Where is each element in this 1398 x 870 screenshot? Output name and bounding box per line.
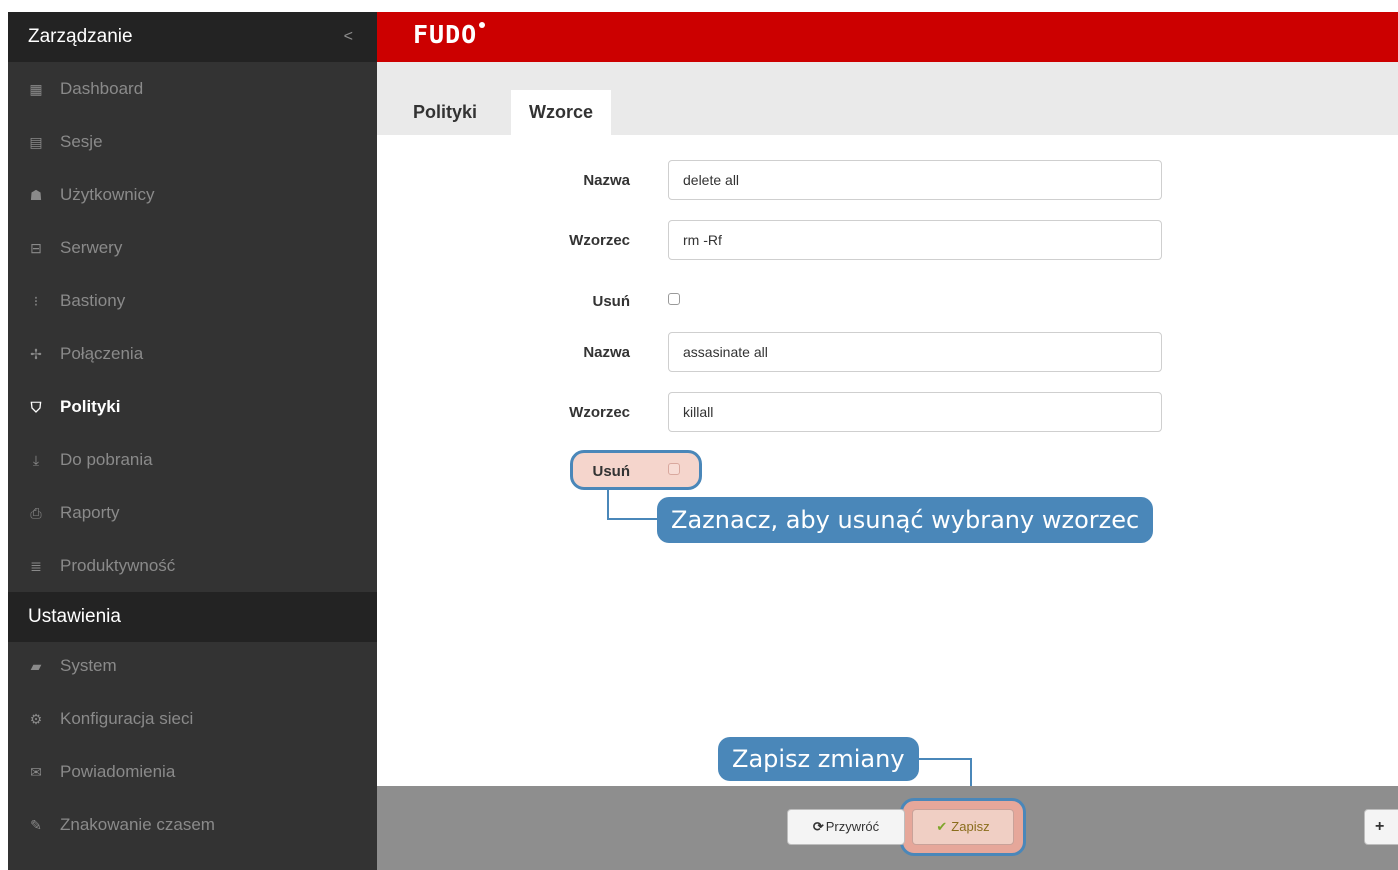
plus-icon: + [1375,818,1385,835]
productivity-icon: ≣ [30,558,42,574]
sidebar-item-timestamping[interactable]: ✎ Znakowanie czasem [8,798,377,851]
pattern-input[interactable]: killall [668,392,1162,432]
sidebar-item-policies[interactable]: ⛉ Polityki [8,380,377,433]
print-icon: ⎙ [30,505,42,521]
sidebar-item-label: Użytkownicy [60,185,155,204]
sidebar-section-management: Zarządzanie < [8,12,377,62]
sidebar-item-bastions[interactable]: ⁝ Bastiony [8,274,377,327]
gears-icon: ⚙ [29,711,43,727]
save-button[interactable]: ✔ Zapisz [912,809,1014,845]
top-bar: FUDO [377,12,1398,62]
add-button[interactable]: + [1364,809,1398,845]
users-icon: ☗ [29,187,43,203]
sidebar-item-label: Polityki [60,397,121,416]
delete-checkbox[interactable] [668,293,680,305]
logo-dot [479,22,486,28]
shield-icon: ⛉ [30,399,42,415]
sidebar-item-downloads[interactable]: ⤓ Do pobrania [8,433,377,486]
sidebar-item-label: Raporty [60,503,120,522]
bastion-icon: ⁝ [33,293,39,309]
sidebar-item-label: Powiadomienia [60,762,176,781]
delete-hint-callout: Zaznacz, aby usunąć wybrany wzorzec [657,497,1154,543]
name-input[interactable]: delete all [668,160,1162,200]
sidebar-item-label: Do pobrania [60,450,153,469]
sidebar-item-label: Znakowanie czasem [60,815,215,834]
revert-label: Przywróć [825,819,880,834]
sidebar-item-label: Konfiguracja sieci [60,709,194,728]
sidebar-section-title: Ustawienia [28,606,121,627]
tab-strip: Polityki Wzorce [377,62,1398,135]
tab-patterns[interactable]: Wzorce [511,90,612,135]
delete-label: Usuń [592,293,631,310]
name-label: Nazwa [583,172,630,189]
callout-connector [916,758,972,760]
collapse-sidebar-icon[interactable]: < [344,12,353,62]
name-input[interactable]: assasinate all [668,332,1162,372]
film-icon: ▤ [29,134,43,150]
sidebar-item-dashboard[interactable]: ▦ Dashboard [8,62,377,115]
tab-policies[interactable]: Polityki [395,90,495,135]
server-icon: ⊟ [30,240,42,256]
check-icon: ✔ [936,819,948,834]
sidebar-item-network-config[interactable]: ⚙ Konfiguracja sieci [8,692,377,745]
sidebar-item-sessions[interactable]: ▤ Sesje [8,115,377,168]
sidebar-section-title: Zarządzanie [28,26,133,47]
sidebar-item-productivity[interactable]: ≣ Produktywność [8,539,377,592]
sidebar: Zarządzanie < ▦ Dashboard ▤ Sesje ☗ Użytkow… [8,12,377,870]
sidebar-item-connections[interactable]: ✢ Połączenia [8,327,377,380]
callout-connector [607,518,659,520]
delete-checkbox[interactable] [668,463,680,475]
revert-button[interactable]: ⟳ Przywróć [787,809,905,845]
sidebar-item-notifications[interactable]: ✉ Powiadomienia [8,745,377,798]
sidebar-item-reports[interactable]: ⎙ Raporty [8,486,377,539]
refresh-icon: ⟳ [812,819,824,834]
sidebar-item-label: Połączenia [60,344,144,363]
sidebar-item-label: Serwery [60,238,123,257]
sidebar-item-label: Sesje [60,132,103,151]
sidebar-item-label: System [60,656,117,675]
sidebar-item-label: Produktywność [60,556,176,575]
sidebar-section-settings: Ustawienia [8,592,377,642]
sidebar-item-users[interactable]: ☗ Użytkownicy [8,168,377,221]
pattern-label: Wzorzec [569,232,630,249]
edit-icon: ✎ [30,817,42,833]
sidebar-item-label: Dashboard [60,79,144,98]
pattern-label: Wzorzec [569,404,630,421]
connections-icon: ✢ [30,346,42,362]
save-hint-callout: Zapisz zmiany [718,737,919,781]
fudo-logo: FUDO [413,20,486,49]
envelope-icon: ✉ [30,764,42,780]
name-label: Nazwa [583,344,630,361]
sidebar-item-servers[interactable]: ⊟ Serwery [8,221,377,274]
dashboard-icon: ▦ [29,81,43,97]
delete-label: Usuń [592,463,631,480]
pattern-input[interactable]: rm -Rf [668,220,1162,260]
folder-icon: ▰ [30,658,42,674]
sidebar-item-label: Bastiony [60,291,126,310]
sidebar-item-system[interactable]: ▰ System [8,639,377,692]
save-label: Zapisz [951,819,990,834]
download-icon: ⤓ [32,452,40,468]
callout-connector [607,490,609,520]
logo-text: FUDO [413,20,478,49]
